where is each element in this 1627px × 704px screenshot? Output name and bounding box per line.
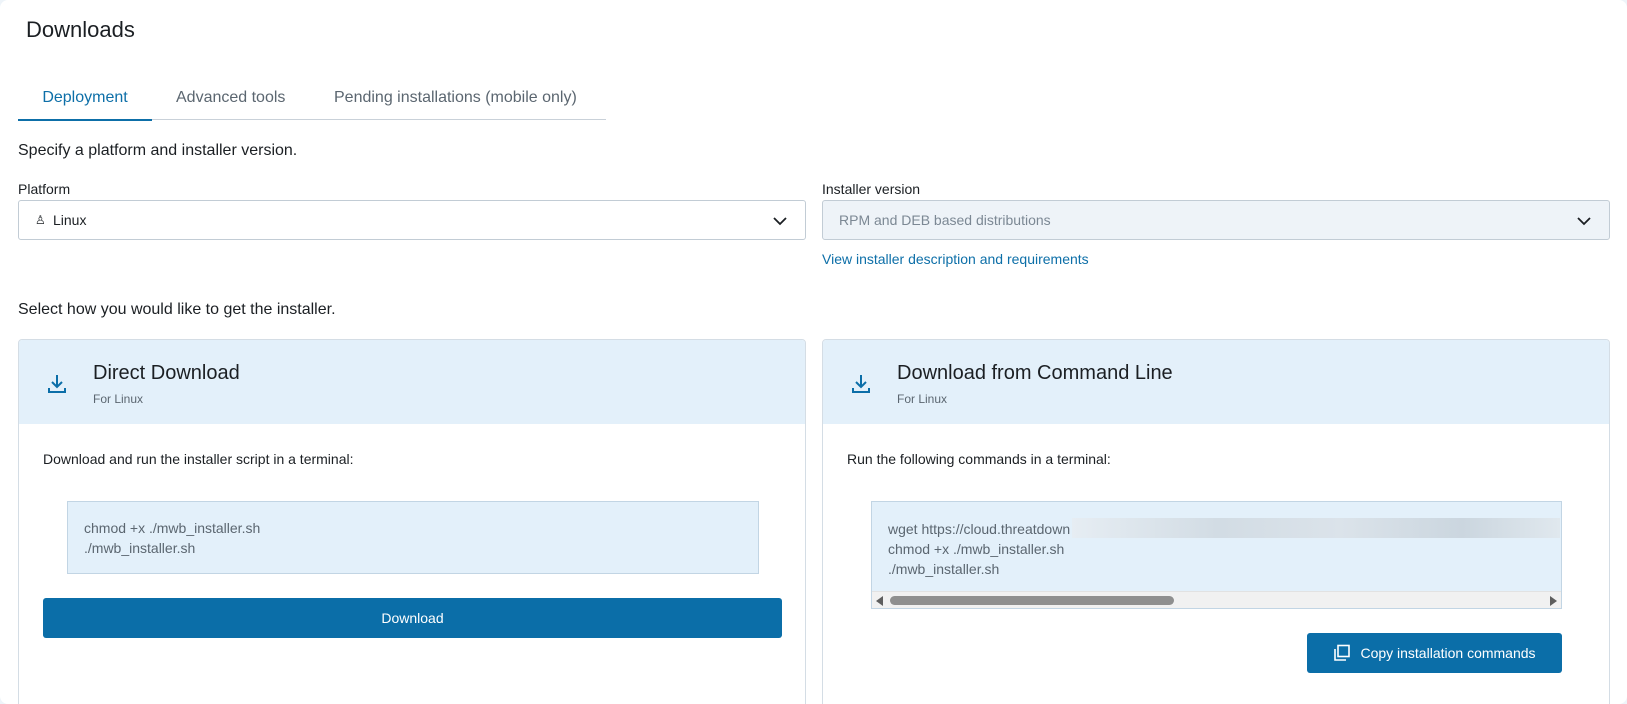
direct-download-card: Direct Download For Linux Download and r…	[18, 339, 806, 704]
chevron-down-icon	[773, 217, 787, 226]
tab-deployment[interactable]: Deployment	[18, 80, 152, 121]
scroll-left-arrow-icon[interactable]	[876, 596, 883, 606]
command-line: wget https://cloud.threatdown	[888, 521, 1071, 537]
card-title: Direct Download	[93, 362, 240, 384]
platform-label: Platform	[18, 181, 71, 197]
command-line: ./mwb_installer.sh	[888, 561, 1000, 577]
card-subtitle: For Linux	[897, 392, 948, 406]
downloads-page: Downloads Deployment Advanced tools Pend…	[0, 0, 1627, 704]
copy-commands-label: Copy installation commands	[1360, 645, 1536, 661]
card-description: Download and run the installer script in…	[43, 451, 354, 467]
copy-icon	[1334, 644, 1351, 661]
command-line-card: Download from Command Line For Linux Run…	[822, 339, 1610, 704]
card-title: Download from Command Line	[897, 362, 1173, 384]
copy-commands-button[interactable]: Copy installation commands	[1307, 633, 1562, 673]
linux-icon: ♙	[35, 213, 46, 227]
redacted-url	[1072, 518, 1560, 538]
installer-version-label: Installer version	[822, 181, 921, 197]
tab-bar: Deployment Advanced tools Pending instal…	[18, 80, 606, 121]
download-button[interactable]: Download	[43, 598, 782, 638]
card-description: Run the following commands in a terminal…	[847, 451, 1111, 467]
command-box[interactable]: chmod +x ./mwb_installer.sh ./mwb_instal…	[67, 501, 759, 574]
scrollbar-thumb[interactable]	[890, 596, 1174, 605]
page-title: Downloads	[26, 17, 135, 42]
command-line: ./mwb_installer.sh	[84, 540, 196, 556]
platform-instruction: Specify a platform and installer version…	[18, 142, 298, 159]
card-header: Download from Command Line For Linux	[823, 340, 1609, 424]
card-header: Direct Download For Linux	[19, 340, 805, 424]
installer-version-value: RPM and DEB based distributions	[839, 212, 1051, 228]
download-icon	[852, 375, 870, 393]
chevron-down-icon	[1577, 217, 1591, 226]
platform-value: Linux	[53, 212, 87, 228]
installer-version-select[interactable]: RPM and DEB based distributions	[822, 200, 1610, 240]
tab-pending-installations[interactable]: Pending installations (mobile only)	[334, 80, 594, 120]
platform-select[interactable]: ♙ Linux	[18, 200, 806, 240]
command-line: chmod +x ./mwb_installer.sh	[84, 520, 261, 536]
command-line: chmod +x ./mwb_installer.sh	[888, 541, 1065, 557]
download-icon	[48, 375, 66, 393]
card-subtitle: For Linux	[93, 392, 144, 406]
tab-advanced-tools[interactable]: Advanced tools	[176, 80, 302, 120]
requirements-link[interactable]: View installer description and requireme…	[822, 251, 1089, 267]
method-instruction: Select how you would like to get the ins…	[18, 301, 336, 318]
horizontal-scrollbar[interactable]	[872, 591, 1561, 608]
scroll-right-arrow-icon[interactable]	[1550, 596, 1557, 606]
command-box[interactable]: wget https://cloud.threatdown chmod +x .…	[871, 501, 1562, 609]
